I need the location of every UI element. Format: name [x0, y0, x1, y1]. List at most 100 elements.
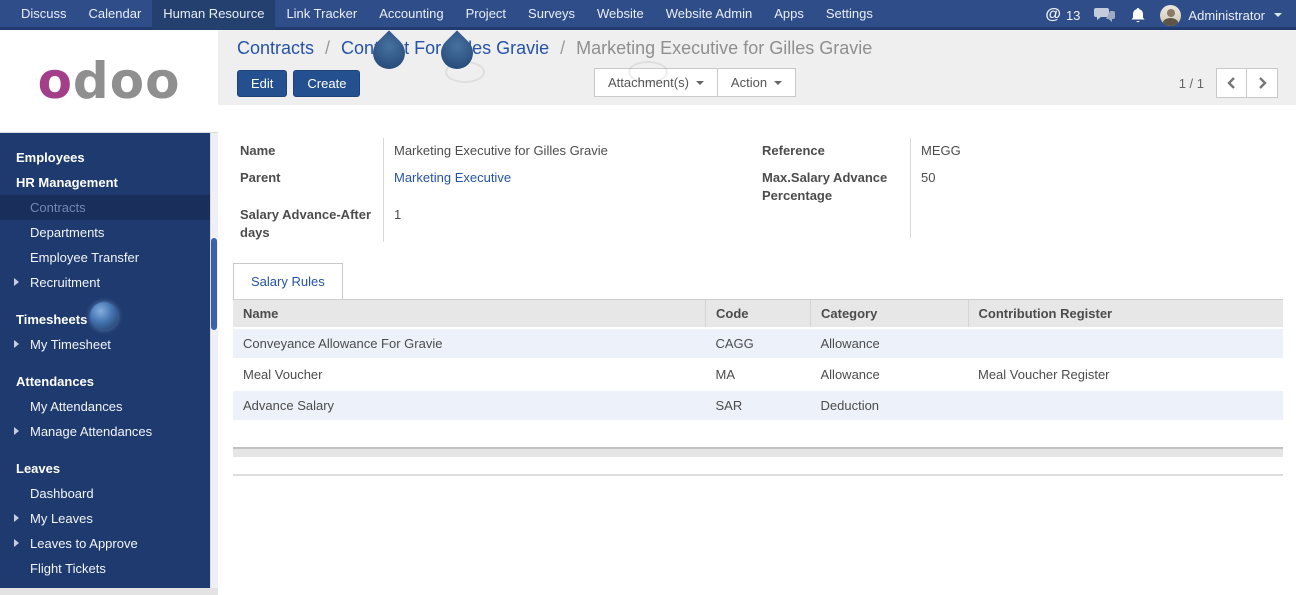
nav-item-calendar[interactable]: Calendar — [78, 0, 153, 30]
nav-item-link-tracker[interactable]: Link Tracker — [275, 0, 368, 30]
table-cell: CAGG — [705, 327, 811, 360]
sidebar-item-manage-attendances[interactable]: Manage Attendances — [0, 419, 218, 444]
caret-down-icon — [695, 80, 704, 85]
field-value[interactable]: 1 — [383, 202, 762, 243]
sidebar-label: Dashboard — [30, 486, 94, 501]
form-field-row: Parent Marketing Executive — [240, 165, 762, 202]
pager-buttons — [1216, 68, 1278, 98]
nav-item-website[interactable]: Website — [586, 0, 655, 30]
table-column-header[interactable]: Contribution Register — [967, 299, 1283, 329]
form-sheet: Name Marketing Executive for Gilles Gravi… — [218, 105, 1296, 477]
notifications-bell-icon[interactable] — [1130, 7, 1146, 24]
sidebar-section-leaves[interactable]: Leaves — [0, 456, 218, 481]
pager-next-button[interactable] — [1247, 68, 1278, 98]
form-field-row: Max.Salary Advance Percentage 50 — [762, 165, 1283, 238]
table-body: Conveyance Allowance For Gravie CAGG Allow… — [233, 327, 1283, 421]
nav-item-surveys[interactable]: Surveys — [517, 0, 586, 30]
sidebar-item-leaves-to-approve[interactable]: Leaves to Approve — [0, 531, 218, 556]
expand-arrow-icon — [14, 539, 19, 547]
sidebar-label: Leaves — [16, 461, 61, 476]
nav-items: Discuss Calendar Human Resource Link Tracke… — [0, 0, 884, 30]
table-row[interactable]: Conveyance Allowance For Gravie CAGG Allow… — [233, 327, 1283, 360]
table-column-header[interactable]: Code — [705, 299, 811, 329]
salary-rules-table: Name Code Category Contribution Register Co… — [233, 299, 1283, 421]
sidebar-item-flight-tickets[interactable]: Flight Tickets — [0, 556, 218, 581]
sidebar-item-my-timesheet[interactable]: My Timesheet — [0, 332, 218, 357]
table-cell: Conveyance Allowance For Gravie — [233, 327, 706, 360]
sidebar-item-recruitment[interactable]: Recruitment — [0, 270, 218, 295]
form-group-right: Reference MEGG Max.Salary Advance Percenta… — [762, 138, 1283, 242]
sidebar-item-employee-transfer[interactable]: Employee Transfer — [0, 245, 218, 270]
messages-icon[interactable] — [1094, 7, 1116, 23]
breadcrumb-separator: / — [555, 38, 571, 58]
field-value[interactable]: 50 — [910, 165, 1283, 238]
caret-down-icon — [774, 80, 783, 85]
pager-previous-button[interactable] — [1216, 68, 1247, 98]
sidebar-scrollbar-thumb[interactable] — [211, 238, 217, 330]
sidebar-section-attendances[interactable]: Attendances — [0, 369, 218, 394]
tab-salary-rules[interactable]: Salary Rules — [233, 263, 343, 300]
edit-button[interactable]: Edit — [237, 69, 288, 97]
sidebar-label: Manage Attendances — [30, 424, 153, 439]
topnav-right: @ 13 Administrator — [1045, 0, 1296, 30]
nav-item-accounting[interactable]: Accounting — [368, 0, 454, 30]
field-value[interactable]: MEGG — [910, 138, 1283, 165]
at-icon: @ — [1045, 6, 1061, 23]
sidebar-item-departments[interactable]: Departments — [0, 220, 218, 245]
sidebar-label: Timesheets — [16, 312, 88, 327]
create-button[interactable]: Create — [293, 69, 361, 97]
table-cell: SAR — [705, 389, 811, 421]
field-label: Reference — [762, 143, 825, 158]
nav-item-discuss[interactable]: Discuss — [10, 0, 78, 30]
main-content: Contracts / Contract For Gilles Gravie /… — [218, 30, 1296, 595]
breadcrumb-link[interactable]: Contracts — [237, 38, 314, 58]
breadcrumb-current: Marketing Executive for Gilles Gravie — [576, 38, 873, 58]
table-row[interactable]: Meal Voucher MA Allowance Meal Voucher Regi… — [233, 358, 1283, 391]
field-value[interactable]: Marketing Executive for Gilles Gravie — [383, 138, 762, 165]
table-cell: Allowance — [810, 327, 968, 360]
horizontal-scrollbar[interactable] — [233, 447, 1283, 458]
sidebar-item-dashboard[interactable]: Dashboard — [0, 481, 218, 506]
control-panel-buttons: Edit Create Attachment(s) Action 1 / 1 — [237, 68, 1278, 98]
table-column-header[interactable]: Category — [810, 299, 968, 329]
nav-item-apps[interactable]: Apps — [763, 0, 815, 30]
sidebar-item-my-attendances[interactable]: My Attendances — [0, 394, 218, 419]
sidebar-label: My Leaves — [30, 511, 93, 526]
sidebar-scrollbar-track[interactable] — [210, 133, 218, 588]
table-cell: Meal Voucher Register — [968, 358, 1283, 391]
sidebar-section-employees[interactable]: Employees — [0, 145, 218, 170]
field-link[interactable]: Marketing Executive — [394, 170, 511, 185]
table-header-row: Name Code Category Contribution Register — [233, 299, 1283, 329]
nav-item-website-admin[interactable]: Website Admin — [655, 0, 763, 30]
field-label: Name — [240, 143, 276, 158]
field-label: Parent — [240, 170, 281, 185]
logo-panel: odoo — [0, 30, 218, 133]
sidebar-item-my-leaves[interactable]: My Leaves — [0, 506, 218, 531]
mention-counter[interactable]: @ 13 — [1045, 6, 1080, 24]
form-group-left: Name Marketing Executive for Gilles Gravi… — [240, 138, 762, 243]
sidebar-label: Recruitment — [30, 275, 101, 290]
field-value[interactable]: Marketing Executive — [383, 165, 762, 202]
mention-count: 13 — [1065, 7, 1081, 23]
field-label: Max.Salary Advance Percentage — [762, 170, 888, 204]
chevron-right-icon — [1258, 77, 1267, 89]
nav-item-settings[interactable]: Settings — [815, 0, 884, 30]
table-row[interactable]: Advance Salary SAR Deduction — [233, 389, 1283, 421]
form-groups: Name Marketing Executive for Gilles Gravi… — [240, 138, 1283, 243]
table-cell: Allowance — [810, 358, 968, 391]
sidebar-item-contracts[interactable]: Contracts — [0, 195, 218, 220]
action-label: Action — [730, 75, 768, 90]
table-column-header[interactable]: Name — [233, 299, 706, 329]
odoo-logo: odoo — [38, 56, 181, 106]
sidebar-label: Employees — [16, 150, 85, 165]
user-name: Administrator — [1188, 7, 1265, 23]
action-dropdown[interactable]: Action — [717, 68, 797, 97]
sidebar-section-hr-management[interactable]: HR Management — [0, 170, 218, 195]
user-menu[interactable]: Administrator — [1160, 4, 1282, 26]
sidebar-label: My Timesheet — [30, 337, 111, 352]
nav-item-human-resource[interactable]: Human Resource — [152, 0, 276, 30]
top-navbar: Discuss Calendar Human Resource Link Tracke… — [0, 0, 1296, 30]
nav-item-project[interactable]: Project — [455, 0, 517, 30]
table-cell — [968, 327, 1283, 360]
field-label: Salary Advance-After days — [240, 207, 372, 241]
